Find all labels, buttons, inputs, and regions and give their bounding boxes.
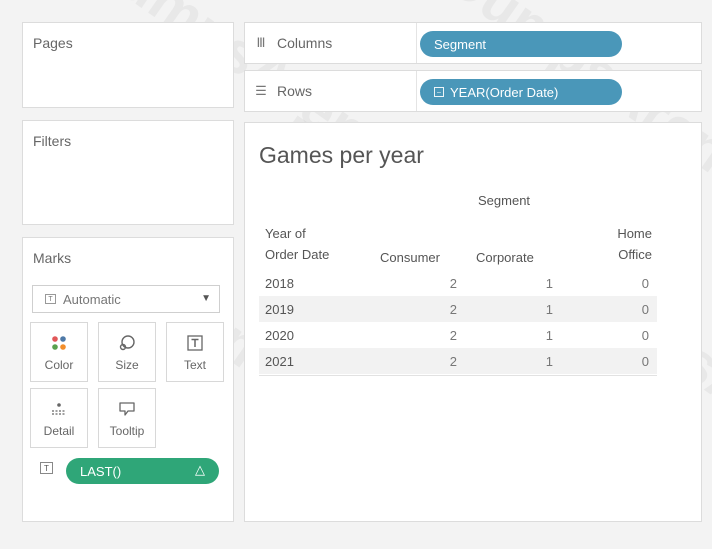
table-row[interactable]: 2018 2 1 0 bbox=[259, 270, 657, 296]
home-office-label: Home Office bbox=[617, 226, 652, 262]
row-header-year-of-order-date[interactable]: Year of Order Date bbox=[265, 223, 329, 265]
text-button[interactable]: Text bbox=[166, 322, 224, 382]
year-cell: 2018 bbox=[265, 276, 294, 291]
detail-label: Detail bbox=[43, 424, 75, 438]
table-row[interactable]: 2021 2 1 0 bbox=[259, 348, 657, 374]
consumer-cell: 2 bbox=[449, 302, 457, 317]
detail-button[interactable]: Detail bbox=[30, 388, 88, 448]
marks-title: Marks bbox=[33, 250, 72, 266]
automatic-mark-icon: T bbox=[45, 294, 56, 304]
home-office-cell: 0 bbox=[641, 328, 649, 343]
filters-title: Filters bbox=[33, 133, 72, 149]
col-header-home-office[interactable]: Home Office bbox=[590, 223, 652, 265]
row-header-line2: Order Date bbox=[265, 247, 330, 262]
columns-icon: Ⅲ bbox=[256, 35, 266, 50]
col-header-consumer[interactable]: Consumer bbox=[380, 247, 440, 268]
year-order-date-label: YEAR(Order Date) bbox=[450, 84, 559, 100]
mark-type-value: Automatic bbox=[63, 291, 121, 307]
col-header-corporate[interactable]: Corporate bbox=[476, 247, 534, 268]
size-button[interactable]: Size bbox=[98, 322, 156, 382]
rows-shelf-label: ☰ Rows bbox=[245, 71, 417, 111]
last-field-label: LAST() bbox=[80, 463, 122, 479]
tooltip-button[interactable]: Tooltip bbox=[98, 388, 156, 448]
segment-pill-label: Segment bbox=[434, 36, 487, 52]
consumer-cell: 2 bbox=[449, 328, 457, 343]
consumer-cell: 2 bbox=[449, 276, 457, 291]
row-header-line1: Year of bbox=[265, 226, 306, 241]
table-row[interactable]: 2019 2 1 0 bbox=[259, 296, 657, 322]
year-cell: 2019 bbox=[265, 302, 294, 317]
year-order-date-pill[interactable]: – YEAR(Order Date) bbox=[420, 79, 622, 105]
collapse-icon: – bbox=[434, 87, 444, 97]
size-label: Size bbox=[115, 358, 139, 372]
segment-pill[interactable]: Segment bbox=[420, 31, 622, 57]
tooltip-label: Tooltip bbox=[109, 424, 145, 438]
columns-label-text: Columns bbox=[277, 35, 333, 51]
consumer-cell: 2 bbox=[449, 354, 457, 369]
segment-column-header[interactable]: Segment bbox=[478, 193, 530, 208]
text-icon bbox=[187, 332, 203, 354]
color-button[interactable]: Color bbox=[30, 322, 88, 382]
corporate-cell: 1 bbox=[545, 328, 553, 343]
columns-shelf-label: Ⅲ Columns bbox=[245, 23, 417, 63]
mark-type-dropdown[interactable]: T Automatic ▼ bbox=[32, 285, 220, 313]
table-bottom-rule bbox=[259, 375, 657, 376]
chevron-down-icon: ▼ bbox=[201, 293, 211, 304]
size-icon bbox=[118, 332, 136, 354]
color-label: Color bbox=[44, 358, 74, 372]
text-mark-icon: T bbox=[40, 462, 53, 474]
view-title: Games per year bbox=[259, 142, 424, 168]
home-office-cell: 0 bbox=[641, 302, 649, 317]
pages-card[interactable]: Pages bbox=[22, 22, 234, 108]
corporate-cell: 1 bbox=[545, 276, 553, 291]
tooltip-icon bbox=[118, 398, 136, 420]
text-label: Text bbox=[183, 358, 206, 372]
corporate-cell: 1 bbox=[545, 302, 553, 317]
home-office-cell: 0 bbox=[641, 354, 649, 369]
delta-icon: △ bbox=[195, 462, 205, 477]
pages-title: Pages bbox=[33, 35, 73, 51]
year-cell: 2021 bbox=[265, 354, 294, 369]
home-office-cell: 0 bbox=[641, 276, 649, 291]
rows-icon: ☰ bbox=[255, 83, 267, 98]
rows-label-text: Rows bbox=[277, 83, 313, 99]
detail-icon bbox=[50, 398, 68, 420]
filters-card[interactable]: Filters bbox=[22, 120, 234, 225]
year-cell: 2020 bbox=[265, 328, 294, 343]
last-field-pill[interactable]: LAST() △ bbox=[66, 458, 219, 484]
table-row[interactable]: 2020 2 1 0 bbox=[259, 322, 657, 348]
corporate-cell: 1 bbox=[545, 354, 553, 369]
color-icon bbox=[51, 332, 67, 354]
